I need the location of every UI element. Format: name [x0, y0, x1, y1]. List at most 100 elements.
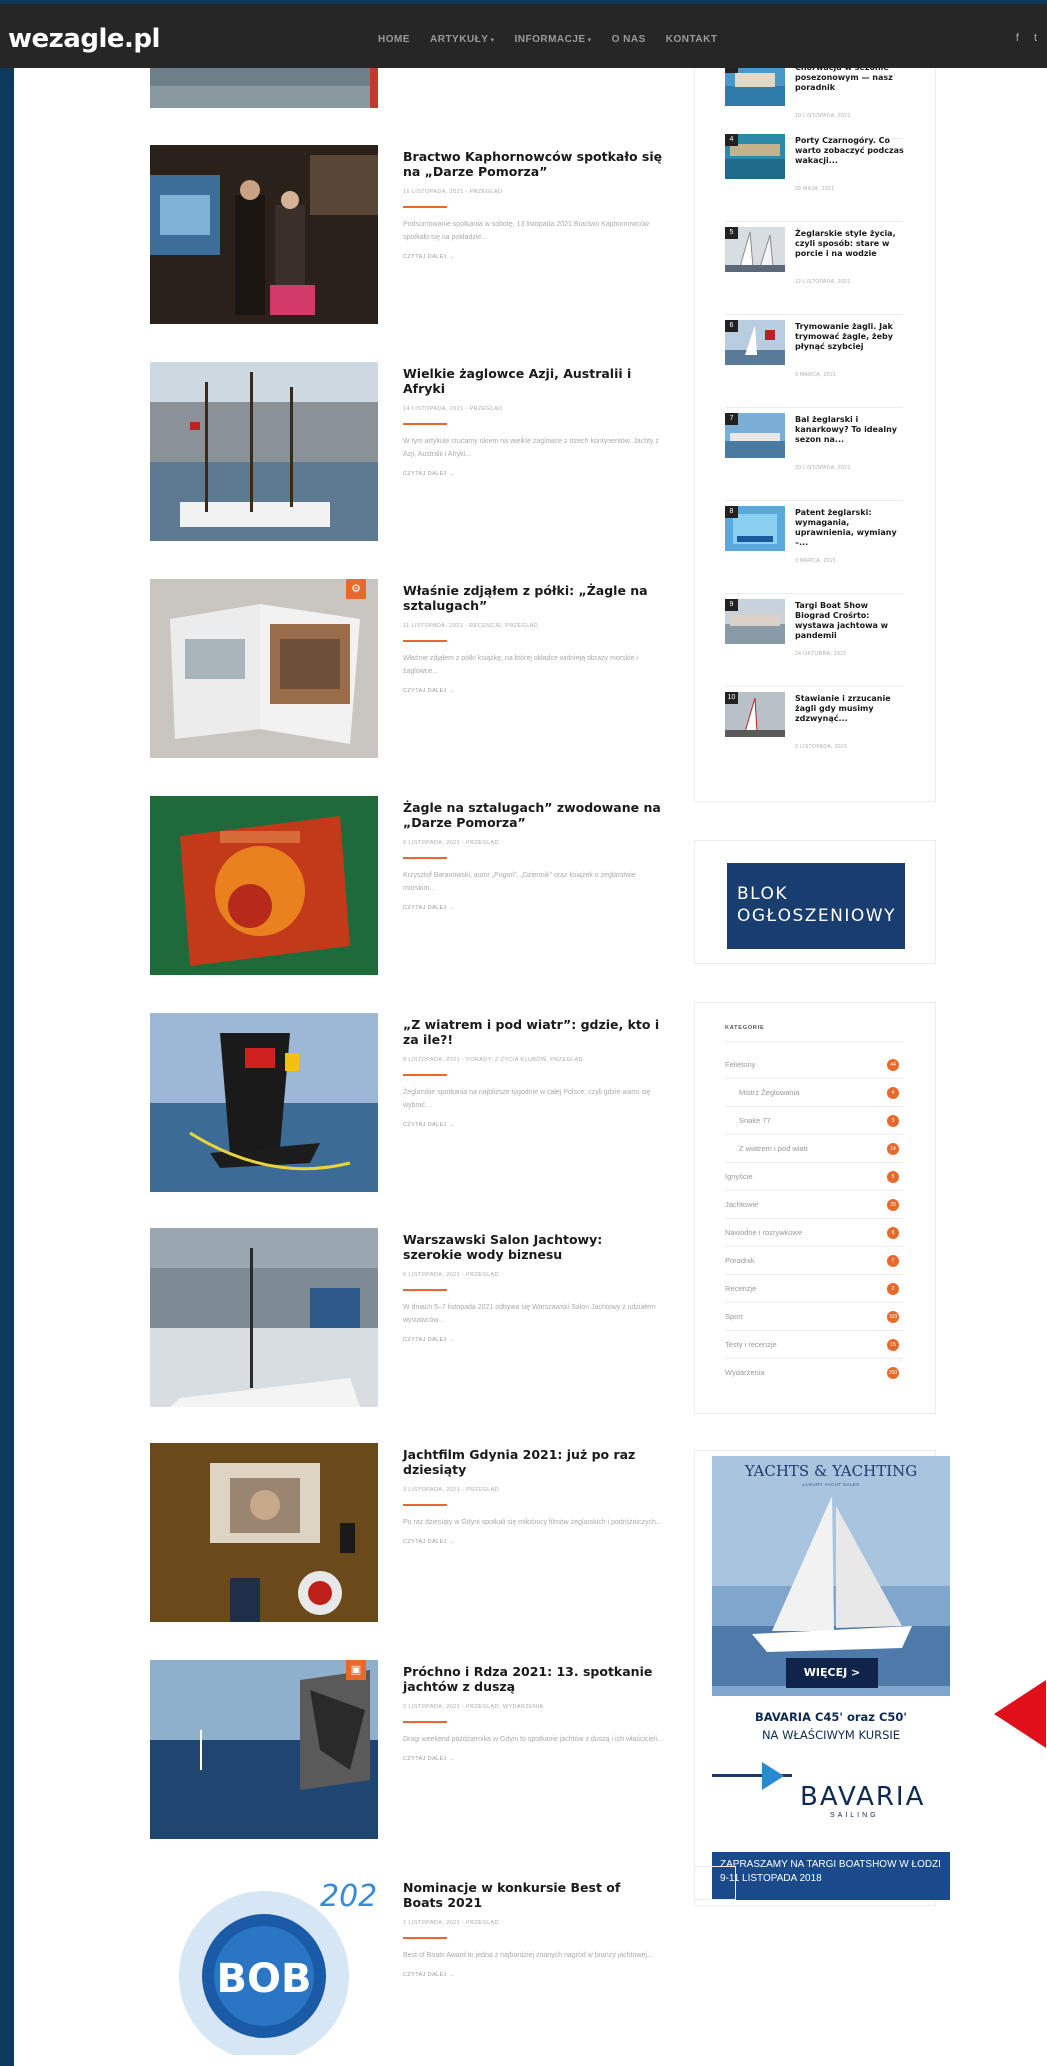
category-item[interactable]: Poradnik 7 [725, 1247, 903, 1275]
post-title[interactable]: Żagle na sztalugach” zwodowane na „Darze… [403, 800, 663, 830]
post-meta: 5 LISTOPADA, 2021 - PRZEGLĄD [403, 1272, 499, 1278]
ad-block-widget: BLOK OGŁOSZENIOWY [694, 840, 936, 964]
popular-post-item[interactable]: 8 Patent żeglarski: wymagania, uprawnien… [725, 506, 903, 594]
popular-post-item[interactable]: 6 Trymowanie żagli. Jak trymować żagle, … [725, 320, 903, 408]
divider [403, 423, 447, 425]
post-title[interactable]: Nominacje w konkursie Best of Boats 2021 [403, 1880, 663, 1910]
popular-post-date: 20 LISTOPADA, 2021 [795, 465, 851, 471]
category-item[interactable]: Wydarzenia 250 [725, 1359, 903, 1387]
divider [403, 206, 447, 208]
popular-post-title[interactable]: Targi Boat Show Biograd Crośrto: wystawa… [795, 601, 905, 641]
count-badge: 3 [887, 1115, 899, 1127]
category-item[interactable]: Snake 77 3 [725, 1107, 903, 1135]
read-more-link[interactable]: CZYTAJ DALEJ → [403, 688, 663, 694]
post-title[interactable]: Wielkie żaglowce Azji, Australii i Afryk… [403, 366, 663, 396]
post-thumbnail[interactable] [150, 1013, 378, 1192]
popular-post-title[interactable]: Trymowanie żagli. Jak trymować żagle, że… [795, 322, 905, 352]
ad-headline: BAVARIA C45' oraz C50' [755, 1710, 907, 1724]
popular-post-item[interactable]: 9 Targi Boat Show Biograd Crośrto: wysta… [725, 599, 903, 687]
nav-home[interactable]: HOME [378, 34, 410, 45]
popular-post-title[interactable]: Patent żeglarski: wymagania, uprawnienia… [795, 508, 905, 548]
divider [403, 640, 447, 642]
popular-post-date: 10 LISTOPADA, 2021 [795, 113, 851, 119]
category-item[interactable]: Jachtowie 29 [725, 1191, 903, 1219]
post-thumbnail[interactable] [150, 68, 378, 108]
site-logo[interactable]: wezagle.pl [8, 24, 160, 54]
read-more-link[interactable]: CZYTAJ DALEJ → [403, 1756, 663, 1762]
read-more-link[interactable]: CZYTAJ DALEJ → [403, 254, 663, 260]
post-meta: 8 LISTOPADA, 2021 - PORADY, Z ŻYCIA KLUB… [403, 1057, 584, 1063]
category-item[interactable]: Testy i recenzje 15 [725, 1331, 903, 1359]
categories-widget: KATEGORIE Felietony 44 Mistrz Żeglowania 4… [694, 1002, 936, 1414]
popular-post-title[interactable]: Stawianie i zrzucanie żagli gdy musimy z… [795, 694, 905, 724]
popular-post-item[interactable]: 4 Porty Czarnogóry. Co warto zobaczyć po… [725, 134, 905, 222]
post-title[interactable]: Warszawski Salon Jachtowy: szerokie wody… [403, 1232, 663, 1262]
popular-post-thumbnail[interactable]: 4 [725, 134, 785, 179]
post-meta: 2 LISTOPADA, 2021 - PRZEGLĄD, WYDARZENIA [403, 1704, 544, 1710]
post-title[interactable]: Bractwo Kaphornowców spotkało się na „Da… [403, 149, 663, 179]
category-item[interactable]: Felietony 44 [725, 1051, 903, 1079]
nav-artykuly[interactable]: ARTYKUŁY ▾ [430, 34, 494, 45]
social-icons[interactable]: f t [1016, 32, 1043, 44]
post-thumbnail[interactable]: ⚙ [150, 579, 378, 758]
divider [403, 1937, 447, 1939]
post-thumbnail[interactable] [150, 362, 378, 541]
popular-post-item[interactable]: 10 Stawianie i zrzucanie żagli gdy musim… [725, 692, 903, 772]
yacht-ad-banner[interactable]: YACHTS & YACHTING LUXURY YACHT SALES WIĘ… [712, 1456, 950, 1900]
post-title[interactable]: Właśnie zdjąłem z półki: „Żagle na sztal… [403, 583, 663, 613]
read-more-link[interactable]: CZYTAJ DALEJ → [403, 1972, 663, 1978]
post-title[interactable]: „Z wiatrem i pod wiatr”: gdzie, kto i za… [403, 1017, 663, 1047]
divider [403, 1721, 447, 1723]
category-item[interactable]: Recenzje 2 [725, 1275, 903, 1303]
popular-post-title[interactable]: Bal żeglarski i kanarkowy? To idealny se… [795, 415, 905, 445]
popular-post-thumbnail[interactable]: 9 [725, 599, 785, 644]
post-thumbnail[interactable]: ▣ [150, 1660, 378, 1839]
popular-post-thumbnail[interactable]: 8 [725, 506, 785, 551]
popular-post-thumbnail[interactable]: 10 [725, 692, 785, 737]
divider [725, 407, 903, 408]
svg-text:BOB: BOB [217, 1956, 312, 2002]
read-more-link[interactable]: CZYTAJ DALEJ → [403, 471, 663, 477]
nav-o-nas[interactable]: O NAS [612, 34, 646, 45]
ad-placeholder[interactable]: BLOK OGŁOSZENIOWY [727, 863, 905, 949]
popular-post-title[interactable]: Żeglarskie style życia, czyli sposób: st… [795, 229, 905, 259]
post-thumbnail[interactable] [150, 796, 378, 975]
popular-post-date: 3 MARCA, 2021 [795, 558, 837, 564]
read-more-link[interactable]: CZYTAJ DALEJ → [403, 1122, 663, 1128]
popular-post-thumbnail[interactable]: 5 [725, 227, 785, 272]
post-title[interactable]: Jachtfilm Gdynia 2021: już po raz dziesi… [403, 1447, 663, 1477]
category-item[interactable]: Z wiatrem i pod wiatr 14 [725, 1135, 903, 1163]
post-excerpt: Podsumowanie spotkania w sobotę, 13 list… [403, 221, 649, 241]
read-more-link[interactable]: CZYTAJ DALEJ → [403, 1337, 663, 1343]
post-excerpt: Krzysztof Baranowski, autor „Pogoń”, „Dz… [403, 872, 636, 892]
post-thumbnail[interactable] [150, 1443, 378, 1622]
nav-informacje[interactable]: INFORMACJE ▾ [514, 34, 591, 45]
post-meta: 9 LISTOPADA, 2021 - PRZEGLĄD [403, 840, 499, 846]
popular-post-item[interactable]: 3 Chorwacja w sezonie posezonowym — nasz… [725, 61, 903, 139]
popular-post-thumbnail[interactable]: 7 [725, 413, 785, 458]
divider [725, 314, 903, 315]
nav-kontakt[interactable]: KONTAKT [666, 34, 718, 45]
widget-placeholder [694, 1866, 736, 1900]
popular-post-thumbnail[interactable]: 6 [725, 320, 785, 365]
ad-brand-sub: LUXURY YACHT SALES [802, 1482, 860, 1487]
read-more-link[interactable]: CZYTAJ DALEJ → [403, 905, 663, 911]
category-item[interactable]: Nawodne i rozrywkowe 8 [725, 1219, 903, 1247]
popular-post-title[interactable]: Porty Czarnogóry. Co warto zobaczyć podc… [795, 136, 905, 166]
category-item[interactable]: Mistrz Żeglowania 4 [725, 1079, 903, 1107]
count-badge: 2 [887, 1283, 899, 1295]
ad-more-button[interactable]: WIĘCEJ > [786, 1658, 878, 1688]
post-thumbnail[interactable] [150, 145, 378, 324]
popular-post-item[interactable]: 5 Żeglarskie style życia, czyli sposób: … [725, 227, 903, 315]
post-title[interactable]: Próchno i Rdza 2021: 13. spotkanie jacht… [403, 1664, 663, 1694]
category-item[interactable]: Sport 103 [725, 1303, 903, 1331]
post-meta: 11 LISTOPADA, 2021 - RECENZJE, PRZEGLĄD [403, 623, 539, 629]
post-excerpt: Właśnie zdjąłem z półki książkę, na któr… [403, 655, 638, 675]
post-meta: 14 LISTOPADA, 2021 - PRZEGLĄD [403, 406, 503, 412]
popular-post-item[interactable]: 7 Bal żeglarski i kanarkowy? To idealny … [725, 413, 903, 501]
bavaria-logo: BAVARIA [800, 1782, 926, 1812]
post-thumbnail[interactable] [150, 1228, 378, 1407]
read-more-link[interactable]: CZYTAJ DALEJ → [403, 1539, 663, 1545]
category-item[interactable]: Ignyście 5 [725, 1163, 903, 1191]
post-thumbnail[interactable]: BOB 2021 [150, 1876, 378, 2055]
